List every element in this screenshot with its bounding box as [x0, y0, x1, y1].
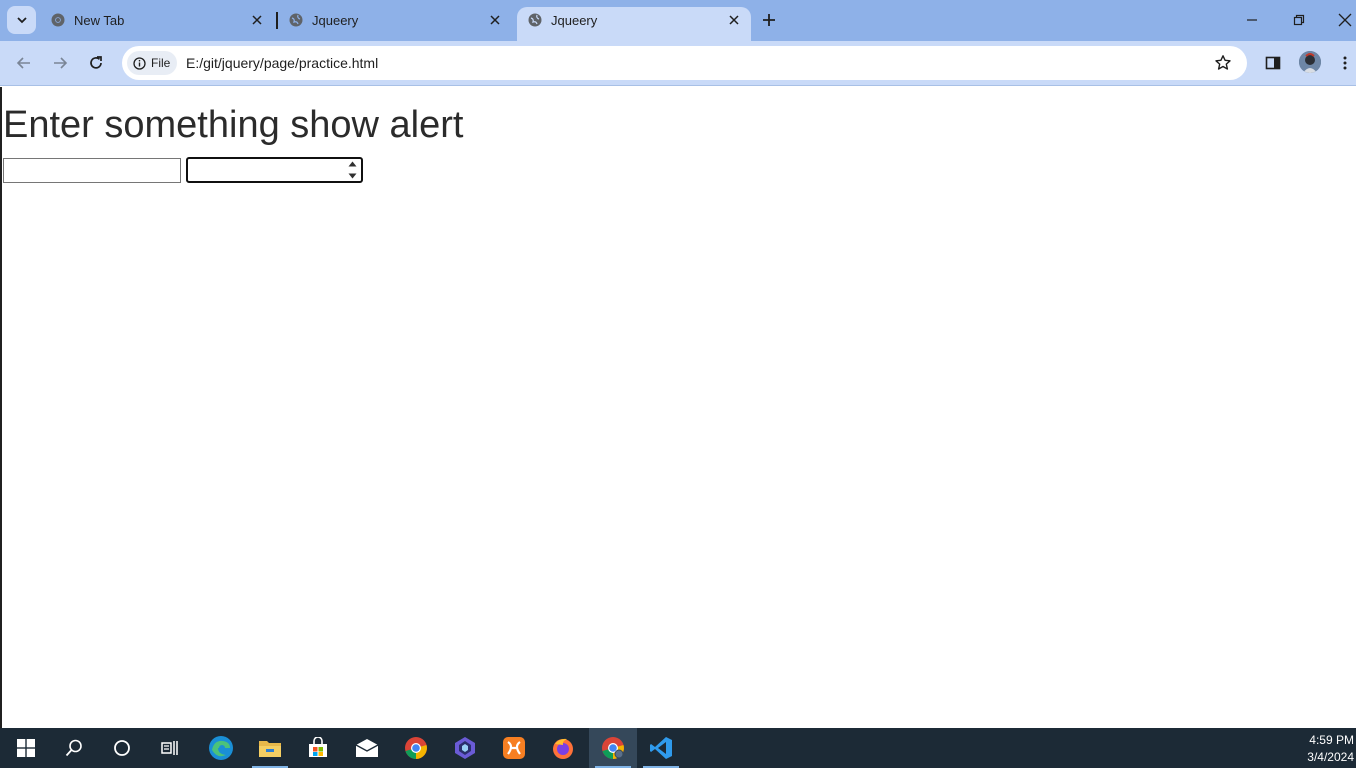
tab-strip: New Tab Jqueery Jqueery — [0, 0, 1356, 41]
minimize-icon — [1247, 19, 1257, 21]
chrome-app-active[interactable] — [589, 728, 637, 768]
vscode-icon — [650, 737, 672, 759]
more-vertical-icon — [1343, 56, 1347, 70]
taskbar-search-button[interactable] — [50, 728, 98, 768]
tab-title: Jqueery — [312, 13, 359, 28]
file-explorer-app[interactable] — [246, 728, 294, 768]
chevron-down-icon — [16, 17, 27, 24]
task-view-icon — [161, 741, 178, 755]
cortana-button[interactable] — [98, 728, 146, 768]
chrome-app[interactable] — [392, 728, 440, 768]
close-icon — [1338, 13, 1352, 27]
info-icon — [133, 56, 146, 70]
text-input[interactable] — [3, 158, 181, 183]
cortana-icon — [114, 740, 130, 756]
page-heading: Enter something show alert — [3, 104, 464, 146]
chrome-icon — [405, 737, 427, 759]
plus-icon — [763, 14, 775, 26]
tab-jqueery-1[interactable]: Jqueery — [278, 0, 512, 41]
xampp-app[interactable] — [490, 728, 538, 768]
edge-icon — [209, 736, 233, 760]
forward-button[interactable] — [49, 52, 71, 74]
site-info-label: File — [151, 56, 171, 70]
side-panel-button[interactable] — [1262, 52, 1284, 74]
page-content: Enter something show alert — [0, 87, 1356, 728]
tab-title: New Tab — [74, 13, 125, 28]
arrow-right-icon — [54, 57, 68, 69]
browser-toolbar: File E:/git/jquery/page/practice.html — [0, 41, 1356, 86]
windows-logo-icon — [17, 739, 35, 757]
profile-avatar[interactable] — [1299, 51, 1321, 73]
start-button[interactable] — [2, 728, 50, 768]
number-spinner[interactable] — [346, 161, 358, 179]
firefox-app[interactable] — [539, 728, 587, 768]
address-bar[interactable]: File E:/git/jquery/page/practice.html — [122, 46, 1247, 80]
spinner-down-icon[interactable] — [348, 173, 357, 179]
clock-time: 4:59 PM — [1309, 733, 1354, 747]
close-tab-icon[interactable] — [250, 13, 264, 27]
profile-picture-icon — [1299, 51, 1321, 73]
system-clock[interactable]: 4:59 PM 3/4/2024 — [1307, 732, 1354, 766]
windows-taskbar: 4:59 PM 3/4/2024 — [0, 728, 1356, 768]
firefox-icon — [553, 738, 573, 759]
number-input[interactable] — [186, 157, 363, 183]
chrome-active-icon — [602, 737, 624, 759]
tab-new-tab[interactable]: New Tab — [40, 0, 274, 41]
globe-icon — [528, 13, 542, 27]
reload-icon — [90, 56, 102, 69]
back-button[interactable] — [13, 52, 35, 74]
url-text[interactable]: E:/git/jquery/page/practice.html — [186, 55, 378, 71]
new-tab-button[interactable] — [760, 11, 778, 29]
globe-icon — [289, 13, 303, 27]
bookmark-star-icon[interactable] — [1214, 54, 1232, 72]
close-tab-icon[interactable] — [488, 13, 502, 27]
close-window-button[interactable] — [1335, 10, 1355, 30]
copilot-icon — [455, 737, 475, 759]
store-icon — [309, 737, 327, 757]
chrome-favicon-icon — [51, 13, 65, 27]
vscode-app[interactable] — [637, 728, 685, 768]
tab-jqueery-active[interactable]: Jqueery — [517, 7, 751, 41]
task-view-button[interactable] — [146, 728, 194, 768]
search-icon — [65, 739, 82, 757]
reload-button[interactable] — [85, 52, 107, 74]
copilot-app[interactable] — [441, 728, 489, 768]
tab-title: Jqueery — [551, 13, 598, 28]
tab-search-button[interactable] — [7, 6, 36, 34]
xampp-icon — [503, 737, 525, 759]
spinner-up-icon[interactable] — [348, 161, 357, 167]
edge-app[interactable] — [197, 728, 245, 768]
arrow-left-icon — [16, 57, 30, 69]
menu-button[interactable] — [1334, 52, 1356, 74]
store-app[interactable] — [294, 728, 342, 768]
mail-icon — [355, 739, 379, 757]
side-panel-icon — [1265, 56, 1281, 70]
close-tab-icon[interactable] — [727, 13, 741, 27]
mail-app[interactable] — [343, 728, 391, 768]
minimize-button[interactable] — [1242, 10, 1262, 30]
clock-date: 3/4/2024 — [1307, 750, 1354, 764]
file-explorer-icon — [259, 741, 281, 757]
restore-icon — [1293, 14, 1305, 26]
restore-button[interactable] — [1289, 10, 1309, 30]
site-info-chip[interactable]: File — [127, 51, 177, 75]
